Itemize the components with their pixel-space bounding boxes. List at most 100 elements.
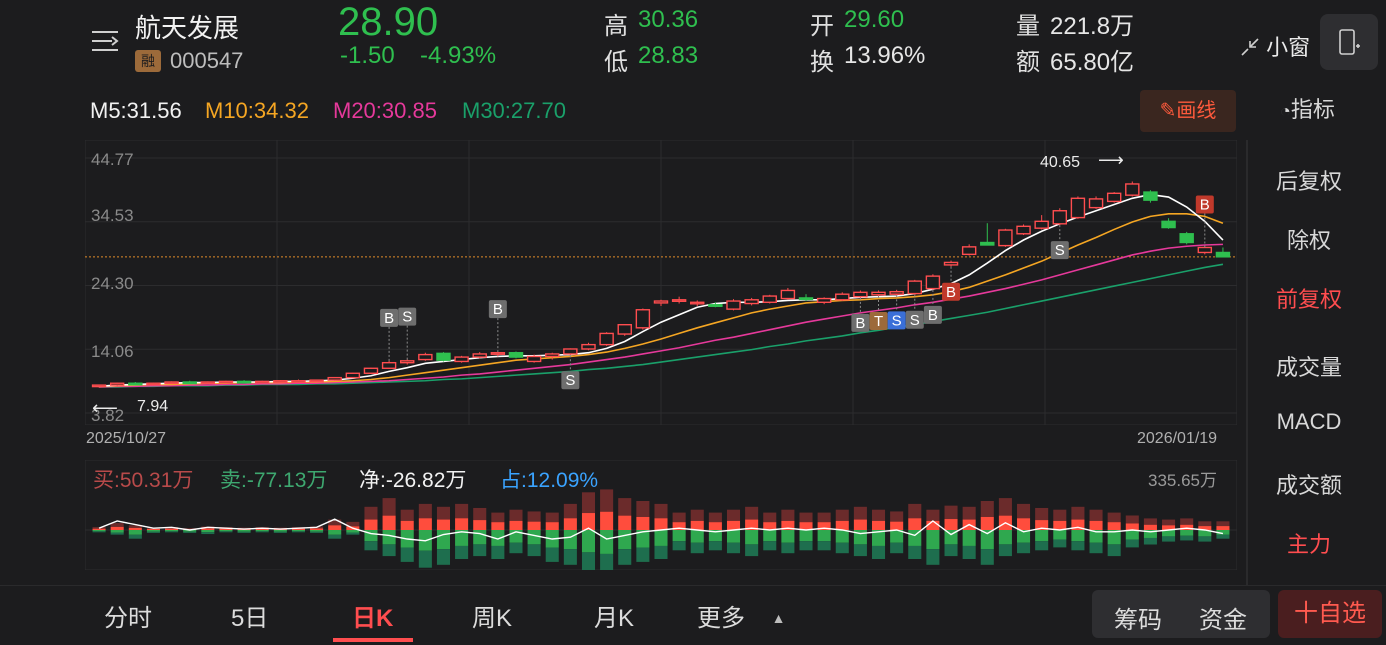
flow-bar-sell (436, 549, 451, 565)
flow-bar-buy (745, 506, 759, 520)
flow-bar-buy (436, 506, 451, 520)
tab-monthly-k[interactable]: 月K (594, 598, 634, 633)
signal-label: B (384, 310, 394, 327)
flow-bar-sell (1162, 536, 1176, 542)
candle-body (653, 300, 669, 304)
flow-bar-sell (509, 542, 523, 554)
small-window-label: 小窗 (1266, 35, 1311, 60)
candle-body (182, 381, 197, 385)
flow-bar-sell (944, 544, 958, 557)
flow-bar-sell (835, 542, 849, 554)
menu-volume[interactable]: 成交量 (1252, 350, 1366, 382)
flow-bar-sell (926, 549, 940, 565)
flow-bar-buy (1143, 524, 1157, 530)
small-window-button[interactable]: 小窗 (1240, 30, 1310, 62)
menu-turnover-amount[interactable]: 成交额 (1252, 468, 1366, 500)
flow-bar-sell (183, 531, 197, 533)
candle-body (291, 380, 306, 383)
flow-bar-buy (690, 509, 704, 521)
flow-bar-sell (781, 530, 795, 543)
flow-bar-buy (1017, 518, 1031, 530)
flow-bar-buy (563, 518, 577, 530)
flow-bar-sell (817, 541, 831, 551)
menu-ex-rights[interactable]: 除权 (1252, 223, 1366, 255)
flow-bar-sell (962, 530, 976, 546)
flow-bar-sell (110, 532, 124, 535)
flow-bar-buy (908, 518, 922, 530)
tab-5day[interactable]: 5日 (231, 598, 268, 633)
flow-bar-sell (726, 542, 741, 554)
flow-bar-sell (998, 530, 1012, 545)
flow-bar-sell (799, 530, 813, 542)
candle-body (943, 261, 959, 266)
low-label: 低 (604, 49, 628, 76)
phone-rotate-button[interactable] (1320, 14, 1378, 70)
flow-bar-sell (654, 530, 668, 546)
flow-bar-buy (328, 525, 342, 530)
candle-body (1016, 225, 1031, 235)
flow-bar-buy (1216, 526, 1230, 530)
flow-bar-sell (690, 530, 704, 543)
candle-body (164, 381, 179, 385)
y-label: 24.30 (91, 274, 134, 293)
flow-bar-sell (1089, 542, 1103, 554)
flow-bar-sell (600, 553, 614, 570)
flow-bar-buy (998, 498, 1012, 516)
menu-back-adjusted[interactable]: 后复权 (1252, 164, 1366, 196)
flow-bar-sell (726, 530, 741, 543)
tab-daily-k[interactable]: 日K (352, 598, 393, 633)
last-price: 28.90 (338, 0, 439, 44)
signal-label: S (910, 312, 920, 329)
main-flow-chart[interactable] (85, 460, 1237, 570)
candle-body (708, 304, 723, 307)
flow-bar-buy (545, 512, 559, 523)
signal-label: B (493, 301, 503, 318)
candlestick-chart[interactable]: B S BSB T S S BBSB (85, 140, 1237, 425)
flow-bar-buy (1089, 520, 1103, 530)
flow-bar-sell (618, 530, 632, 550)
flow-bar-sell (400, 547, 414, 562)
candle-body (418, 353, 433, 361)
ma20-value: M20:30.85 (333, 98, 437, 123)
menu-macd[interactable]: MACD (1252, 409, 1366, 435)
flow-bar-buy (708, 522, 722, 530)
flow-bar-buy (726, 509, 741, 521)
chip-distribution-button[interactable]: 筹码 (1114, 600, 1162, 635)
candle-body (218, 380, 234, 384)
candle-body (1088, 198, 1104, 209)
tab-intraday[interactable]: 分时 (104, 598, 152, 633)
signal-label: S (565, 372, 575, 389)
phone-icon (1339, 29, 1360, 55)
flow-bar-buy (110, 526, 124, 530)
flow-bar-buy (128, 527, 142, 530)
start-date: 2025/10/27 (86, 430, 167, 447)
flow-bar-sell (146, 530, 160, 532)
candle-body (508, 352, 524, 358)
flow-bar-buy (400, 520, 414, 530)
flow-bar-sell (201, 532, 215, 535)
candle-body (1125, 183, 1140, 196)
menu-forward-adjusted[interactable]: 前复权 (1252, 282, 1366, 314)
tab-active-indicator (333, 638, 413, 642)
tab-weekly-k[interactable]: 周K (472, 598, 512, 633)
flow-bar-sell (473, 530, 487, 545)
price-change-pct: -4.93% (420, 42, 497, 69)
price-change: -1.50 (340, 42, 395, 69)
candle-body (91, 384, 107, 388)
add-watchlist-button[interactable]: 十自选 (1278, 590, 1382, 638)
flow-bar-buy (92, 528, 106, 530)
flow-bar-buy (310, 528, 324, 530)
menu-icon[interactable] (90, 28, 120, 54)
flow-bar-buy (654, 503, 668, 519)
fund-button[interactable]: 资金 (1199, 600, 1247, 635)
candle-body (581, 343, 596, 350)
candle-body (128, 382, 143, 386)
draw-line-label: 画线 (1176, 100, 1217, 122)
draw-line-button[interactable]: ✎画线 (1140, 90, 1236, 132)
shrink-icon (1241, 38, 1259, 56)
flow-bar-buy (871, 520, 886, 530)
menu-main-force[interactable]: 主力 (1252, 527, 1366, 559)
tab-more[interactable]: 更多 ▲ (697, 598, 786, 633)
indicator-button[interactable]: ◔指标 (1280, 92, 1335, 124)
signal-label: B (855, 315, 865, 332)
